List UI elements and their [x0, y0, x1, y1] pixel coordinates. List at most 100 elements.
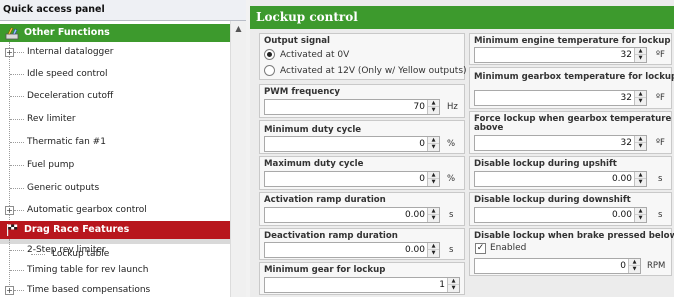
spin-up-icon[interactable]: ▲ [635, 208, 646, 215]
force-lockup-label: Force lockup when gearbox temperature [474, 114, 672, 124]
category-label: Other Functions [24, 27, 110, 38]
min-engine-temp-input[interactable]: 32 ▲ ▼ [474, 47, 647, 63]
deactivation-ramp-group: Deactivation ramp duration 0.00 ▲ ▼ s [259, 228, 465, 260]
spin-up-icon[interactable]: ▲ [448, 278, 459, 285]
flag-icon [7, 224, 18, 236]
pwm-frequency-group: PWM frequency 70 ▲ ▼ Hz [259, 84, 465, 118]
tools-icon [5, 27, 19, 40]
disable-brake-label: Disable lockup when brake pressed below [474, 231, 674, 241]
spin-down-icon[interactable]: ▼ [428, 107, 439, 114]
unit-label: Hz [447, 102, 458, 112]
tree-item-deceleration-cutoff[interactable]: Deceleration cutoff [27, 85, 113, 107]
disable-upshift-input[interactable]: 0.00 ▲ ▼ [474, 171, 647, 187]
pwm-frequency-label: PWM frequency [264, 87, 341, 97]
spin-down-icon[interactable]: ▼ [428, 144, 439, 151]
spin-up-icon[interactable]: ▲ [428, 137, 439, 144]
disable-downshift-group: Disable lockup during downshift 0.00 ▲ ▼ … [469, 192, 672, 226]
spin-up-icon[interactable]: ▲ [635, 136, 646, 143]
tree-item-time-based-compensations[interactable]: Time based compensations [27, 279, 150, 297]
output-signal-label: Output signal [264, 36, 330, 46]
unit-label: ºF [656, 50, 665, 60]
quick-access-panel-title: Quick access panel [0, 0, 246, 21]
min-duty-cycle-label: Minimum duty cycle [264, 125, 362, 135]
spin-up-icon[interactable]: ▲ [629, 259, 640, 266]
check-icon: ✓ [476, 243, 485, 253]
spin-up-icon[interactable]: ▲ [635, 172, 646, 179]
tree-item-2-step-rev-limiter[interactable]: 2-Step rev limiter [27, 239, 106, 261]
unit-label: s [658, 210, 663, 220]
spin-down-icon[interactable]: ▼ [428, 179, 439, 186]
force-lockup-group: Force lockup when gearbox temperature ab… [469, 111, 672, 154]
min-gear-input[interactable]: 1 ▲ ▼ [264, 277, 460, 293]
spin-down-icon[interactable]: ▼ [448, 285, 459, 292]
min-duty-cycle-group: Minimum duty cycle 0 ▲ ▼ % [259, 120, 465, 154]
spin-down-icon[interactable]: ▼ [428, 215, 439, 222]
disable-brake-group: Disable lockup when brake pressed below … [469, 228, 674, 276]
spin-down-icon[interactable]: ▼ [635, 215, 646, 222]
tree-item-internal-datalogger[interactable]: Internal datalogger [27, 41, 114, 63]
category-other-functions[interactable]: Other Functions [0, 24, 230, 42]
spin-up-icon[interactable]: ▲ [428, 100, 439, 107]
spin-up-icon[interactable]: ▲ [635, 91, 646, 98]
disable-downshift-input[interactable]: 0.00 ▲ ▼ [474, 207, 647, 223]
max-duty-cycle-input[interactable]: 0 ▲ ▼ [264, 171, 440, 187]
disable-downshift-label: Disable lockup during downshift [474, 195, 631, 205]
disable-upshift-label: Disable lockup during upshift [474, 159, 617, 169]
tree-item-fuel-pump[interactable]: Fuel pump [27, 154, 74, 176]
tree-item-automatic-gearbox-control[interactable]: Automatic gearbox control [27, 199, 147, 221]
min-engine-temp-label: Minimum engine temperature for lockup [474, 36, 671, 46]
scroll-up-icon[interactable]: ▲ [231, 21, 246, 37]
quick-access-panel: Quick access panel Other Functions + Int… [0, 0, 246, 297]
activation-ramp-input[interactable]: 0.00 ▲ ▼ [264, 207, 440, 223]
spin-down-icon[interactable]: ▼ [428, 250, 439, 257]
brake-rpm-input[interactable]: 0 ▲ ▼ [474, 258, 641, 274]
min-gear-group: Minimum gear for lockup 1 ▲ ▼ [259, 262, 465, 295]
enabled-label: Enabled [490, 243, 527, 253]
spin-down-icon[interactable]: ▼ [635, 143, 646, 150]
output-signal-group: Output signal Activated at 0V Activated … [259, 33, 467, 80]
tree-item-timing-table-rev-launch[interactable]: Timing table for rev launch [27, 259, 148, 281]
unit-label: s [449, 245, 454, 255]
force-lockup-input[interactable]: 32 ▲ ▼ [474, 135, 647, 151]
expand-icon[interactable]: + [5, 286, 14, 295]
unit-label: s [449, 210, 454, 220]
tree-item-rev-limiter[interactable]: Rev limiter [27, 108, 76, 130]
max-duty-cycle-group: Maximum duty cycle 0 ▲ ▼ % [259, 156, 465, 190]
min-gear-label: Minimum gear for lockup [264, 265, 386, 275]
spin-down-icon[interactable]: ▼ [635, 179, 646, 186]
category-drag-race-features[interactable]: Drag Race Features [0, 221, 230, 239]
tree-item-generic-outputs[interactable]: Generic outputs [27, 177, 99, 199]
enabled-checkbox[interactable]: ✓ [475, 243, 486, 254]
category-label: Drag Race Features [24, 224, 130, 235]
min-engine-temp-group: Minimum engine temperature for lockup 32… [469, 33, 672, 65]
deactivation-ramp-input[interactable]: 0.00 ▲ ▼ [264, 242, 440, 258]
spin-up-icon[interactable]: ▲ [635, 48, 646, 55]
tree-item-idle-speed-control[interactable]: Idle speed control [27, 63, 108, 85]
expand-icon[interactable]: + [5, 48, 14, 57]
activation-ramp-group: Activation ramp duration 0.00 ▲ ▼ s [259, 192, 465, 226]
spin-down-icon[interactable]: ▼ [635, 55, 646, 62]
min-gearbox-temp-input[interactable]: 32 ▲ ▼ [474, 90, 647, 106]
unit-label: RPM [647, 261, 666, 271]
spin-up-icon[interactable]: ▲ [428, 243, 439, 250]
min-gearbox-temp-label: Minimum gearbox temperature for lockup [474, 72, 674, 82]
min-duty-cycle-input[interactable]: 0 ▲ ▼ [264, 136, 440, 152]
unit-label: ºF [656, 93, 665, 103]
max-duty-cycle-label: Maximum duty cycle [264, 159, 364, 169]
min-gearbox-temp-group: Minimum gearbox temperature for lockup 3… [469, 67, 674, 109]
unit-label: ºF [656, 138, 665, 148]
unit-label: % [447, 139, 456, 149]
spin-down-icon[interactable]: ▼ [629, 266, 640, 273]
tree-item-thermatic-fan[interactable]: Thermatic fan #1 [27, 131, 106, 153]
page-title: Lockup control [250, 6, 674, 29]
spin-down-icon[interactable]: ▼ [635, 98, 646, 105]
spin-up-icon[interactable]: ▲ [428, 208, 439, 215]
spin-up-icon[interactable]: ▲ [428, 172, 439, 179]
expand-icon[interactable]: + [5, 206, 14, 215]
radio-button-icon [264, 49, 275, 60]
pwm-frequency-input[interactable]: 70 ▲ ▼ [264, 99, 440, 115]
radio-button-icon [264, 65, 275, 76]
force-lockup-label-line2: above [474, 123, 504, 133]
quick-access-scrollbar[interactable]: ▲ [230, 21, 246, 297]
tree-guide-line [9, 42, 10, 232]
